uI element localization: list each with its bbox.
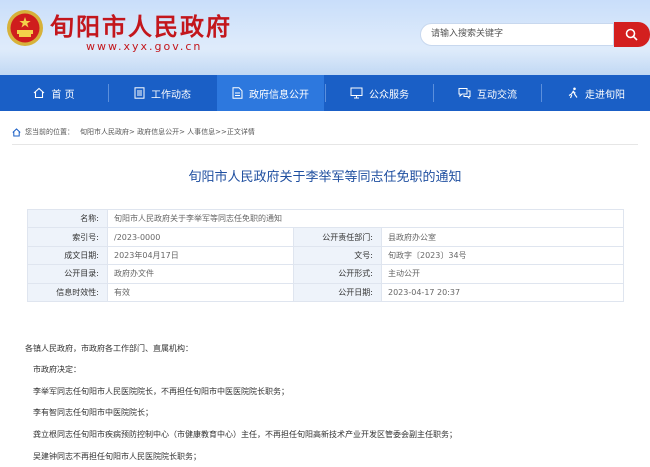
nav-about-xunyang[interactable]: 走进旬阳 (542, 75, 650, 111)
breadcrumb: 您当前的位置： 旬阳市人民政府> 政府信息公开> 人事信息>>正文详情 (12, 127, 255, 137)
site-url: www.xyx.gov.cn (86, 40, 203, 53)
nav-work-news[interactable]: 工作动态 (109, 75, 216, 111)
meta-row: 信息时效性: 有效 公开日期: 2023-04-17 20:37 (27, 282, 624, 302)
document-title: 旬阳市人民政府关于李举军等同志任免职的通知 (188, 170, 462, 185)
nav-gov-info-label: 政府信息公开 (249, 89, 309, 101)
body-paragraph: 市政府决定： (33, 365, 81, 374)
body-paragraph: 各镇人民政府，市政府各工作部门、直属机构： (25, 344, 193, 353)
nav-public-service-label: 公众服务 (369, 89, 409, 101)
walker-icon (568, 87, 578, 99)
location-home-icon (12, 127, 21, 136)
meta-row: 成文日期: 2023年04月17日 文号: 旬政字〔2023〕34号 (27, 245, 624, 266)
file-info-icon (232, 87, 243, 99)
meta-form-label: 公开形式: (293, 264, 382, 284)
meta-index-label: 索引号: (27, 227, 108, 247)
nav-about-xunyang-label: 走进旬阳 (585, 89, 625, 101)
site-name[interactable]: 旬阳市人民政府 (50, 7, 232, 42)
nav-interaction[interactable]: 互动交流 (434, 75, 541, 111)
document-meta-table: 名称: 旬阳市人民政府关于李举军等同志任免职的通知 索引号: /2023-000… (27, 208, 624, 302)
meta-row: 索引号: /2023-0000 公开责任部门: 县政府办公室 (27, 227, 624, 247)
body-paragraph: 李有智同志任旬阳市中医院院长； (33, 408, 153, 417)
meta-pubdate-label: 公开日期: (293, 282, 382, 302)
nav-gov-info[interactable]: 政府信息公开 (217, 75, 324, 111)
meta-index-value: /2023-0000 (107, 227, 294, 247)
nav-home-label: 首 页 (51, 89, 75, 101)
nav-interaction-label: 互动交流 (477, 89, 517, 101)
meta-validity-value: 有效 (107, 282, 294, 302)
body-paragraph: 李举军同志任旬阳市人民医院院长，不再担任旬阳市中医医院院长职务； (33, 387, 289, 396)
meta-docno-label: 文号: (293, 245, 382, 266)
meta-dept-label: 公开责任部门: (293, 227, 382, 247)
meta-dept-value: 县政府办公室 (381, 227, 624, 247)
meta-catalog-value: 政府办文件 (107, 264, 294, 284)
chat-icon (458, 88, 471, 99)
meta-validity-label: 信息时效性: (27, 282, 108, 302)
body-paragraph: 龚立根同志任旬阳市疾病预防控制中心（市健康教育中心）主任，不再担任旬阳高新技术产… (33, 430, 457, 439)
meta-name-value: 旬阳市人民政府关于李举军等同志任免职的通知 (107, 208, 624, 229)
search-input[interactable]: 请输入搜索关键字 (420, 23, 614, 46)
nav-home[interactable]: 首 页 (0, 75, 108, 111)
site-header: 旬阳市人民政府 www.xyx.gov.cn 请输入搜索关键字 (0, 0, 650, 75)
breadcrumb-path[interactable]: 旬阳市人民政府> 政府信息公开> 人事信息>>正文详情 (80, 127, 255, 137)
meta-pubdate-value: 2023-04-17 20:37 (381, 282, 624, 302)
nav-public-service[interactable]: 公众服务 (326, 75, 433, 111)
body-paragraph: 吴建钟同志不再担任旬阳市人民医院院长职务； (33, 452, 201, 461)
main-nav: 首 页 工作动态 政府信息公开 公众服务 互动交流 走进旬阳 (0, 75, 650, 111)
meta-form-value: 主动公开 (381, 264, 624, 284)
document-list-icon (134, 87, 145, 99)
meta-name-label: 名称: (27, 208, 108, 229)
meta-catalog-label: 公开目录: (27, 264, 108, 284)
nav-work-news-label: 工作动态 (151, 89, 191, 101)
search-button[interactable] (614, 22, 650, 47)
meta-docno-value: 旬政字〔2023〕34号 (381, 245, 624, 266)
home-icon (34, 87, 45, 99)
national-emblem-icon[interactable] (6, 9, 44, 47)
breadcrumb-prefix: 您当前的位置： (25, 128, 74, 136)
search-icon (625, 28, 638, 41)
meta-row: 公开目录: 政府办文件 公开形式: 主动公开 (27, 264, 624, 284)
meta-date-label: 成文日期: (27, 245, 108, 266)
meta-date-value: 2023年04月17日 (107, 245, 294, 266)
breadcrumb-divider (12, 144, 638, 145)
meta-row: 名称: 旬阳市人民政府关于李举军等同志任免职的通知 (27, 208, 624, 229)
monitor-icon (350, 87, 363, 99)
